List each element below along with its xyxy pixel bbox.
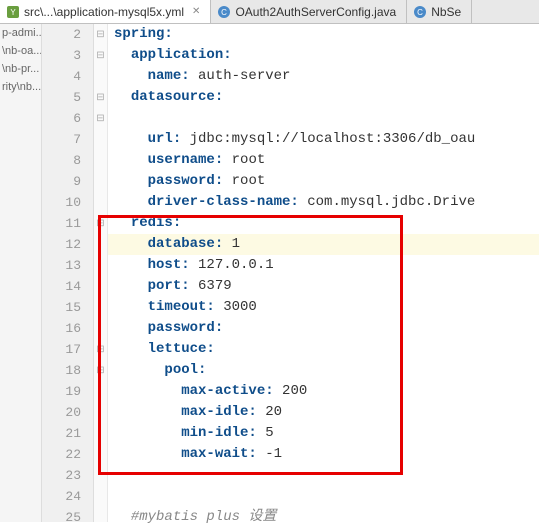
editor-tabs: Y src\...\application-mysql5x.yml ✕ C OA…	[0, 0, 539, 24]
line-number: 3	[42, 45, 93, 66]
code-line[interactable]: password:	[108, 318, 539, 339]
line-number: 13	[42, 255, 93, 276]
code-line[interactable]: password: root	[108, 171, 539, 192]
code-line[interactable]: name: auth-server	[108, 66, 539, 87]
line-number: 23	[42, 465, 93, 486]
fold-toggle-icon	[94, 423, 107, 444]
tab-active-file[interactable]: Y src\...\application-mysql5x.yml ✕	[0, 0, 211, 23]
line-number: 15	[42, 297, 93, 318]
fold-toggle-icon	[94, 444, 107, 465]
code-line[interactable]: spring:	[108, 24, 539, 45]
fold-toggle-icon	[94, 381, 107, 402]
line-number: 21	[42, 423, 93, 444]
code-line[interactable]: max-wait: -1	[108, 444, 539, 465]
code-line[interactable]: #mybatis plus 设置	[108, 507, 539, 528]
line-number-gutter: 2345678910111213141516171819202122232425	[42, 24, 94, 522]
sidebar-item[interactable]: rity\nb...	[0, 78, 41, 96]
code-line[interactable]	[108, 486, 539, 507]
sidebar-item[interactable]: p-admi...	[0, 24, 41, 42]
fold-toggle-icon	[94, 297, 107, 318]
line-number: 22	[42, 444, 93, 465]
line-number: 18	[42, 360, 93, 381]
fold-toggle-icon[interactable]: ⊟	[94, 360, 107, 381]
line-number: 12	[42, 234, 93, 255]
code-line[interactable]: database: 1	[108, 234, 539, 255]
line-number: 5	[42, 87, 93, 108]
fold-toggle-icon	[94, 192, 107, 213]
fold-toggle-icon[interactable]: ⊟	[94, 87, 107, 108]
java-class-icon: C	[217, 5, 231, 19]
line-number: 17	[42, 339, 93, 360]
code-line[interactable]: host: 127.0.0.1	[108, 255, 539, 276]
code-line[interactable]: application:	[108, 45, 539, 66]
fold-toggle-icon[interactable]: ⊟	[94, 108, 107, 129]
fold-toggle-icon	[94, 255, 107, 276]
line-number: 10	[42, 192, 93, 213]
project-sidebar: p-admi... \nb-oa... \nb-pr... rity\nb...	[0, 24, 42, 522]
line-number: 14	[42, 276, 93, 297]
line-number: 11	[42, 213, 93, 234]
code-line[interactable]: lettuce:	[108, 339, 539, 360]
sidebar-item[interactable]: \nb-pr...	[0, 60, 41, 78]
sidebar-item[interactable]: \nb-oa...	[0, 42, 41, 60]
close-icon[interactable]: ✕	[192, 6, 200, 17]
java-class-icon: C	[413, 5, 427, 19]
fold-toggle-icon	[94, 276, 107, 297]
code-line[interactable]: timeout: 3000	[108, 297, 539, 318]
code-line[interactable]	[108, 465, 539, 486]
fold-toggle-icon	[94, 129, 107, 150]
code-line[interactable]: min-idle: 5	[108, 423, 539, 444]
code-line[interactable]: max-active: 200	[108, 381, 539, 402]
code-line[interactable]: url: jdbc:mysql://localhost:3306/db_oau	[108, 129, 539, 150]
fold-toggle-icon	[94, 150, 107, 171]
tab-java-file[interactable]: C OAuth2AuthServerConfig.java	[211, 0, 407, 23]
line-number: 8	[42, 150, 93, 171]
svg-text:C: C	[417, 8, 423, 17]
code-line[interactable]: pool:	[108, 360, 539, 381]
tab-label: OAuth2AuthServerConfig.java	[235, 5, 396, 19]
svg-text:C: C	[222, 8, 228, 17]
tab-label: src\...\application-mysql5x.yml	[24, 5, 184, 19]
code-line[interactable]: datasource:	[108, 87, 539, 108]
fold-toggle-icon[interactable]: ⊟	[94, 45, 107, 66]
yaml-file-icon: Y	[6, 5, 20, 19]
tab-label: NbSe	[431, 5, 461, 19]
line-number: 9	[42, 171, 93, 192]
line-number: 19	[42, 381, 93, 402]
line-number: 6	[42, 108, 93, 129]
code-editor[interactable]: spring: application: name: auth-server d…	[108, 24, 539, 522]
code-line[interactable]	[108, 108, 539, 129]
code-line[interactable]: port: 6379	[108, 276, 539, 297]
line-number: 2	[42, 24, 93, 45]
fold-toggle-icon[interactable]: ⊟	[94, 24, 107, 45]
line-number: 7	[42, 129, 93, 150]
fold-toggle-icon	[94, 66, 107, 87]
tab-partial-file[interactable]: C NbSe	[407, 0, 472, 23]
fold-toggle-icon	[94, 486, 107, 507]
fold-toggle-icon	[94, 171, 107, 192]
fold-toggle-icon	[94, 402, 107, 423]
fold-column: ⊟⊟⊟⊟⊟⊟⊟	[94, 24, 108, 522]
code-line[interactable]: username: root	[108, 150, 539, 171]
fold-toggle-icon	[94, 465, 107, 486]
line-number: 16	[42, 318, 93, 339]
fold-toggle-icon[interactable]: ⊟	[94, 339, 107, 360]
code-line[interactable]: max-idle: 20	[108, 402, 539, 423]
fold-toggle-icon	[94, 318, 107, 339]
fold-toggle-icon	[94, 234, 107, 255]
svg-text:Y: Y	[10, 8, 16, 17]
fold-toggle-icon[interactable]: ⊟	[94, 213, 107, 234]
code-line[interactable]: redis:	[108, 213, 539, 234]
code-line[interactable]: driver-class-name: com.mysql.jdbc.Drive	[108, 192, 539, 213]
line-number: 20	[42, 402, 93, 423]
fold-toggle-icon	[94, 507, 107, 528]
line-number: 4	[42, 66, 93, 87]
line-number: 25	[42, 507, 93, 528]
line-number: 24	[42, 486, 93, 507]
